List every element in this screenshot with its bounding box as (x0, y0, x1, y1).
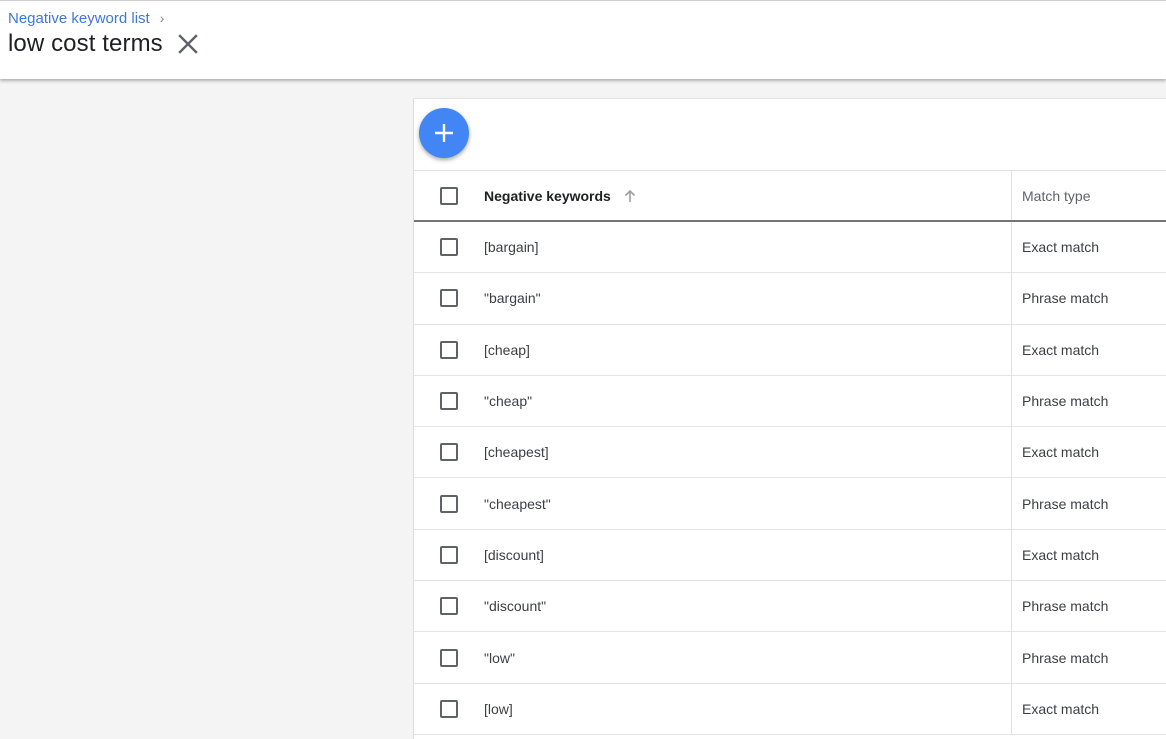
chevron-right-icon: › (159, 10, 165, 26)
match-type-cell: Exact match (1022, 444, 1100, 461)
table-row: "low" Phrase match (414, 632, 1166, 684)
keyword-cell: "discount" (484, 581, 1012, 632)
row-checkbox[interactable] (440, 545, 458, 564)
row-checkbox[interactable] (440, 443, 458, 462)
row-checkbox[interactable] (440, 392, 458, 411)
keyword-table-panel: Negative keywords Match type [bargain] E… (413, 98, 1166, 739)
row-checkbox[interactable] (440, 494, 458, 513)
row-checkbox[interactable] (440, 289, 458, 308)
keyword-cell: "cheap" (484, 375, 1012, 427)
table-row: "cheap" Phrase match (414, 375, 1166, 428)
table-row: [low] Exact match (414, 683, 1166, 735)
column-header-match-type[interactable]: Match type (1012, 171, 1166, 220)
match-type-cell: Exact match (1022, 341, 1100, 358)
match-type-cell: Phrase match (1022, 649, 1109, 666)
add-keyword-button[interactable] (419, 108, 469, 158)
table-toolbar (414, 99, 1166, 171)
match-type-cell: Exact match (1022, 239, 1100, 256)
table-row: "discount" Phrase match (414, 581, 1166, 633)
keyword-cell: [bargain] (484, 222, 1012, 273)
column-header-negative-keywords[interactable]: Negative keywords (484, 171, 1012, 220)
table-header-row: Negative keywords Match type (414, 171, 1166, 222)
match-type-cell: Phrase match (1022, 598, 1109, 615)
keyword-cell: [cheap] (484, 324, 1012, 375)
keyword-cell: [discount] (484, 529, 1012, 581)
keyword-cell: [cheapest] (484, 427, 1012, 478)
breadcrumb: Negative keyword list › (8, 9, 164, 27)
close-icon[interactable] (177, 33, 199, 55)
match-type-cell: Phrase match (1022, 495, 1109, 512)
row-checkbox[interactable] (440, 340, 458, 359)
page-header: Negative keyword list › low cost terms (0, 0, 1166, 79)
match-type-cell: Exact match (1022, 700, 1100, 717)
table-row: "bargain" Phrase match (414, 273, 1166, 325)
keyword-cell: "bargain" (484, 273, 1012, 324)
row-checkbox[interactable] (440, 648, 458, 667)
table-row: "cheapest" Phrase match (414, 478, 1166, 530)
title-row: low cost terms (8, 29, 199, 59)
plus-icon (435, 124, 453, 142)
row-checkbox[interactable] (440, 699, 458, 718)
page-title: low cost terms (8, 30, 163, 57)
select-all-checkbox[interactable] (440, 186, 458, 205)
keyword-cell: "cheapest" (484, 478, 1012, 529)
match-type-cell: Phrase match (1022, 290, 1109, 307)
breadcrumb-link-negative-keyword-list[interactable]: Negative keyword list (8, 10, 150, 27)
table-row: [cheapest] Exact match (414, 427, 1166, 479)
row-checkbox[interactable] (440, 597, 458, 616)
keyword-cell: "low" (484, 632, 1012, 683)
match-type-cell: Exact match (1022, 546, 1100, 563)
keyword-cell: [low] (484, 683, 1012, 734)
table-row: [bargain] Exact match (414, 222, 1166, 274)
row-checkbox[interactable] (440, 238, 458, 257)
table-row: [discount] Exact match (414, 529, 1166, 582)
match-type-cell: Phrase match (1022, 393, 1109, 410)
arrow-up-icon[interactable] (623, 189, 637, 203)
table-row: [cheap] Exact match (414, 324, 1166, 376)
